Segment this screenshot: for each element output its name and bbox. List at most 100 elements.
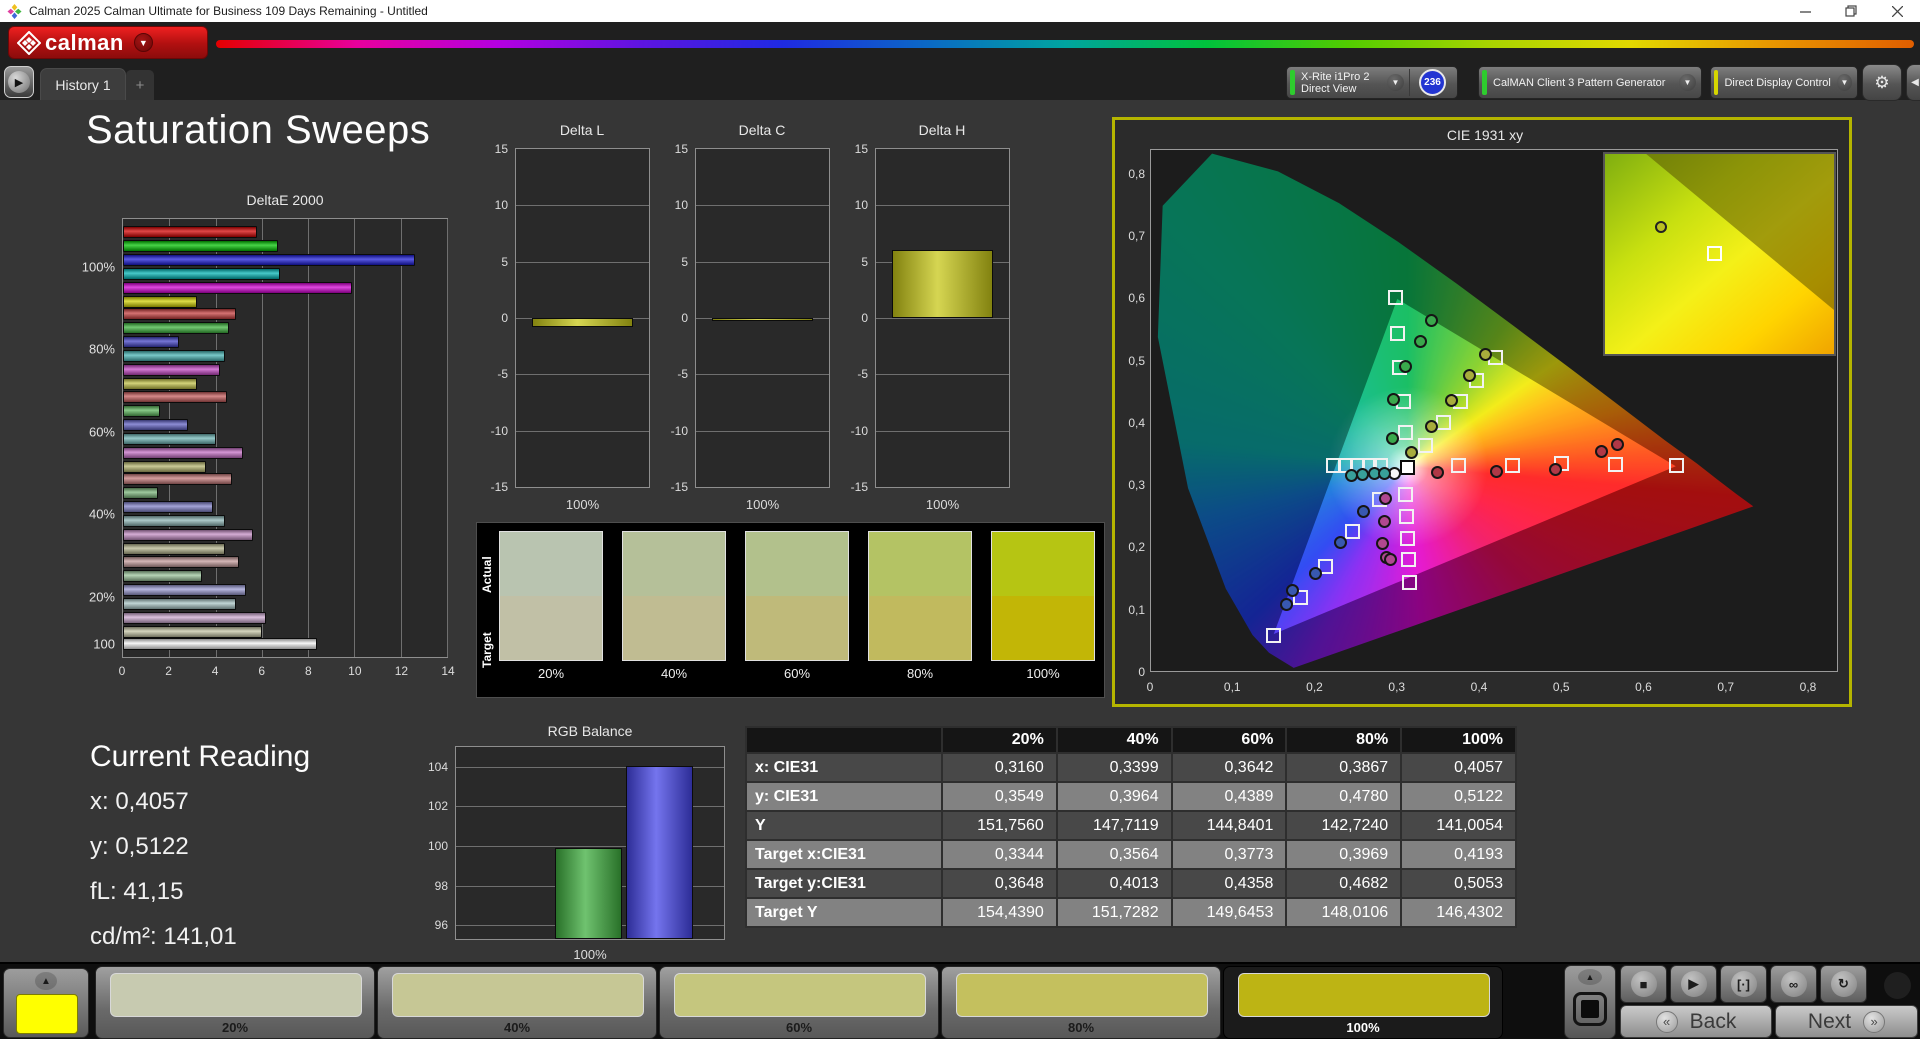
deltae-group-label: 60%	[88, 424, 115, 440]
cie-measured-marker-blue	[1279, 597, 1293, 611]
pattern-swatch-button-100%[interactable]: 100%	[1223, 966, 1503, 1039]
table-header-cell: 20%	[941, 726, 1058, 754]
current-pattern-swatch	[16, 994, 78, 1034]
deltae-bar	[123, 501, 214, 514]
table-cell: 0,3964	[1055, 781, 1173, 812]
x-tick-label: 4	[211, 664, 219, 678]
y-tick-label: 104	[427, 759, 448, 774]
pattern-window-icon	[1573, 992, 1607, 1026]
close-icon[interactable]	[1874, 0, 1920, 22]
next-button[interactable]: Next »	[1775, 1005, 1918, 1038]
stop-button[interactable]: ■	[1620, 965, 1667, 1003]
refresh-button[interactable]: ↻	[1820, 965, 1867, 1003]
y-tick-label: -15	[670, 480, 688, 494]
pattern-chip-label: 20%	[221, 1020, 249, 1035]
pattern-chip-label: 100%	[1346, 1020, 1380, 1035]
step-button[interactable]: [·]	[1720, 965, 1767, 1003]
deltae-group: 20%	[89, 555, 447, 638]
chevron-down-icon: ▼	[1836, 74, 1852, 91]
pattern-chip-label: 60%	[785, 1020, 813, 1035]
deltae-bar	[123, 625, 262, 638]
cie-y-tick: 0,1	[1128, 602, 1145, 617]
minimize-button[interactable]	[1782, 0, 1828, 22]
deltae-bar	[123, 378, 198, 391]
y-tick-label: 10	[674, 198, 688, 213]
cie-x-tick: 0,3	[1388, 680, 1406, 694]
tab-history-1[interactable]: History 1	[40, 68, 126, 100]
deltae-bar	[123, 487, 158, 500]
table-cell: 147,7119	[1055, 810, 1173, 841]
deltae-bar	[123, 569, 202, 582]
deltae-bar	[123, 460, 207, 473]
back-button[interactable]: « Back	[1620, 1005, 1772, 1038]
cie-target-marker	[1706, 245, 1722, 261]
y-tick-label: 15	[674, 142, 688, 156]
meter-dropdown[interactable]: X-Rite i1Pro 2 Direct View ▼ 236	[1286, 66, 1458, 99]
pattern-swatch-button-20%[interactable]: 20%	[95, 966, 375, 1039]
pattern-swatch-button-40%[interactable]: 40%	[377, 966, 657, 1039]
double-chevron-left-icon: «	[1655, 1010, 1678, 1033]
y-tick-label: -5	[497, 367, 508, 382]
y-tick-label: -10	[670, 423, 688, 438]
meter-mode: Direct View	[1301, 82, 1357, 95]
chevron-up-icon: ▲	[1578, 969, 1602, 985]
table-cell: 0,5122	[1400, 781, 1517, 812]
play-button[interactable]: ▶	[1670, 965, 1717, 1003]
cie-measured-marker-blue	[1286, 583, 1300, 597]
table-cell: 0,3867	[1285, 752, 1403, 783]
table-header-cell	[745, 726, 943, 754]
collapse-panel-button[interactable]: ◀	[1906, 64, 1920, 101]
y-tick-label: 5	[681, 254, 688, 269]
swatch-column: 40%	[622, 531, 726, 681]
delta-l-chart: 15 10 5 0 -5 -10 -15 100%	[491, 142, 650, 512]
deltae-bar	[123, 296, 198, 308]
deltae-bar	[123, 446, 244, 459]
cie-target-marker-magenta	[1401, 551, 1417, 567]
deltae-bar	[123, 597, 237, 610]
gridline	[876, 318, 1009, 319]
display-control-dropdown[interactable]: Direct Display Control ▼	[1710, 66, 1858, 99]
pattern-swatch-button-60%[interactable]: 60%	[659, 966, 939, 1039]
table-cell: 0,3399	[1055, 752, 1173, 783]
cie-target-marker-green	[1388, 290, 1404, 306]
pattern-swatch-button-80%[interactable]: 80%	[941, 966, 1221, 1039]
meter-count-badge[interactable]: 236	[1419, 69, 1446, 96]
cie-1931-panel[interactable]: CIE 1931 xy 0 0,1 0,2 0,3 0,4 0,5 0,6 0,7 0,8 0 0,…	[1112, 117, 1852, 707]
stop-icon: ■	[1630, 971, 1657, 997]
add-tab-button[interactable]: +	[126, 70, 154, 100]
calman-app-window: Calman 2025 Calman Ultimate for Business…	[0, 0, 1920, 1039]
cie-target-marker-magenta	[1400, 530, 1416, 546]
restore-button[interactable]	[1828, 0, 1874, 22]
deltae-bar	[123, 404, 161, 417]
chevron-up-icon: ▲	[35, 972, 57, 990]
settings-button[interactable]: ⚙	[1862, 64, 1902, 101]
deltae-bar	[123, 390, 228, 403]
disabled-indicator	[1884, 972, 1911, 999]
pattern-chip-label: 80%	[1067, 1020, 1095, 1035]
calman-menu-button[interactable]: calman ▼	[8, 26, 208, 59]
table-cell: 0,3564	[1055, 839, 1173, 870]
pattern-window-button[interactable]: ▲	[3, 968, 89, 1038]
cie-measured-marker-green	[1386, 393, 1400, 407]
gridline	[696, 261, 829, 263]
deltae-bar	[123, 364, 221, 377]
pattern-display-toggle[interactable]: ▲	[1564, 965, 1616, 1039]
history-nav-button[interactable]: ▶	[4, 66, 34, 98]
swatch-column: 20%	[499, 531, 603, 681]
x-tick-label: 0	[118, 664, 126, 678]
loop-button[interactable]: ∞	[1770, 965, 1817, 1003]
cie-x-tick: 0,6	[1635, 680, 1652, 694]
deltae-group: 100	[93, 636, 447, 651]
table-cell: 149,6453	[1170, 897, 1288, 928]
pattern-generator-dropdown[interactable]: CalMAN Client 3 Pattern Generator ▼	[1478, 66, 1702, 99]
deltae-group-label: 80%	[88, 341, 115, 357]
cie-target-marker-red	[1607, 457, 1623, 473]
cie-target-marker-magenta	[1397, 486, 1413, 502]
table-row-label: Y	[745, 810, 943, 841]
pattern-chip	[674, 973, 926, 1017]
table-header-cell: 40%	[1055, 726, 1173, 754]
swatch-label: 40%	[660, 666, 688, 681]
step-icon: [·]	[1730, 971, 1757, 997]
calman-logo-icon	[17, 30, 41, 55]
x-axis-label: 100%	[925, 497, 960, 512]
